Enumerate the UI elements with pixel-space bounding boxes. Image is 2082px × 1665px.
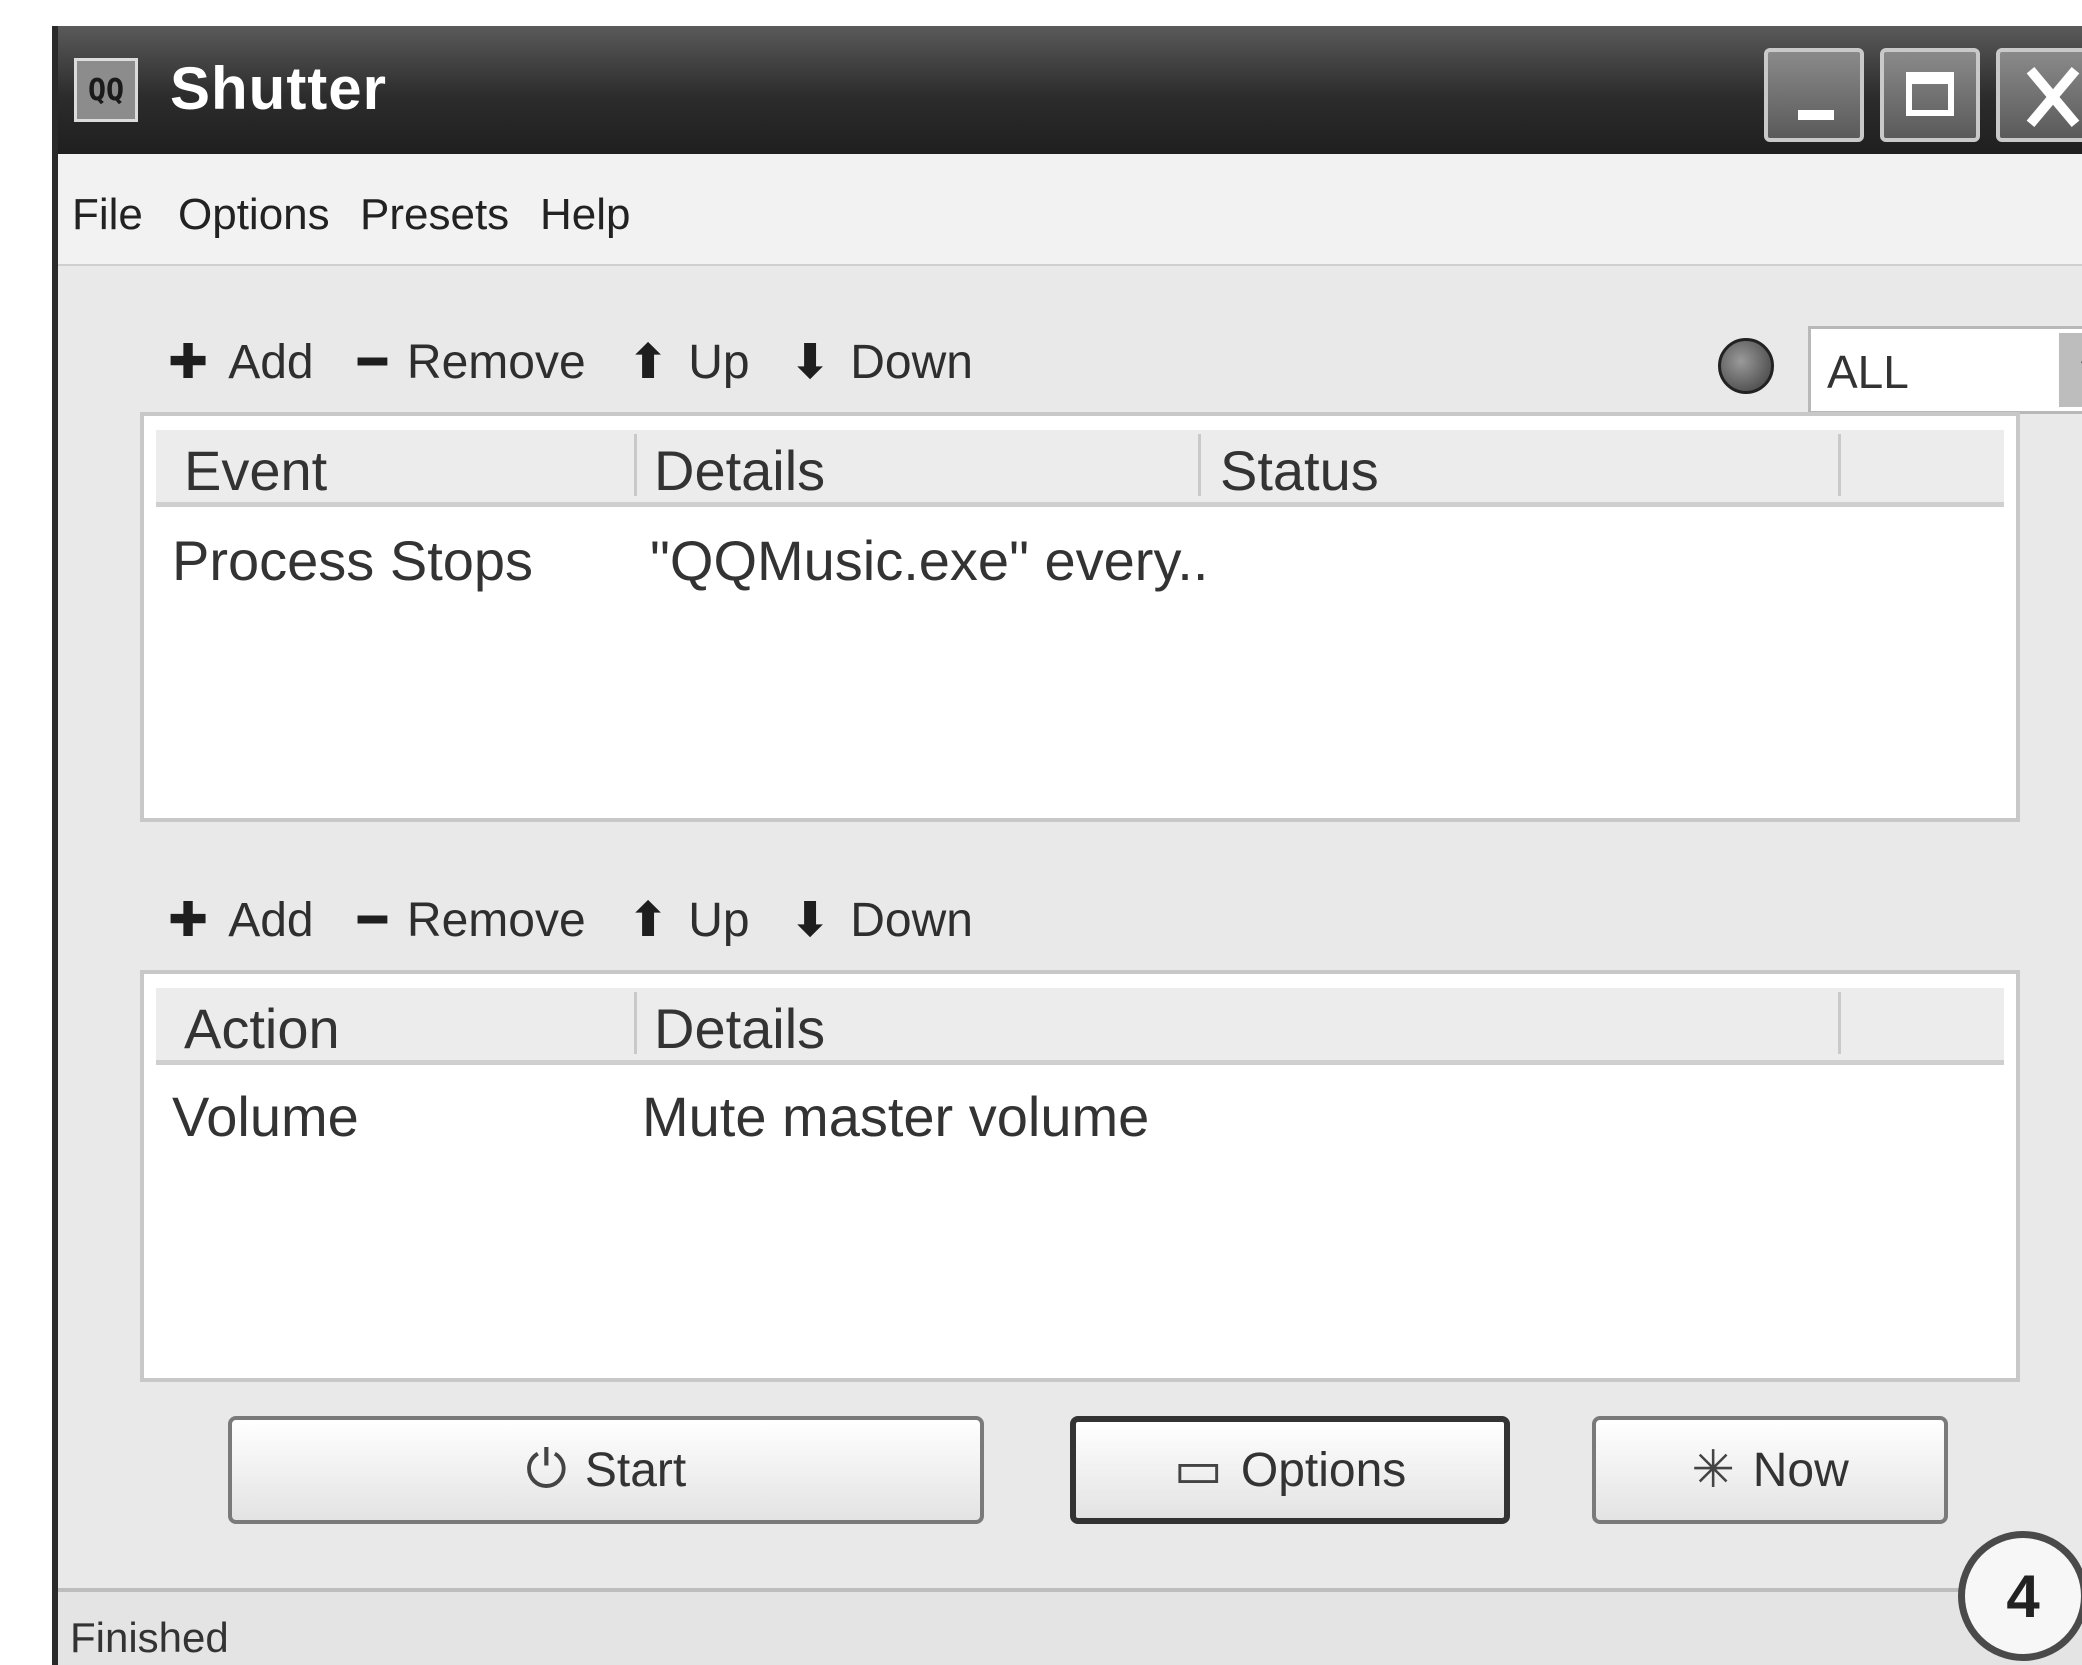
- actions-remove-button[interactable]: ━ Remove: [358, 892, 586, 948]
- events-up-label: Up: [688, 335, 750, 389]
- status-text: Finished: [70, 1614, 229, 1661]
- event-row[interactable]: Process Stops "QQMusic.exe" every..: [156, 528, 2004, 608]
- arrow-down-icon: ⬇: [790, 894, 831, 947]
- actions-remove-label: Remove: [406, 893, 586, 947]
- minus-icon: ━: [358, 336, 387, 389]
- events-down-label: Down: [850, 335, 973, 389]
- events-down-button[interactable]: ⬇ Down: [790, 334, 973, 390]
- actions-list[interactable]: Action Details Volume Mute master volume: [140, 970, 2020, 1382]
- event-name-cell: Process Stops: [172, 529, 534, 592]
- arrow-up-icon: ⬆: [628, 894, 669, 947]
- column-divider[interactable]: [634, 434, 637, 496]
- action-details-cell: Mute master volume: [642, 1085, 1150, 1148]
- minimize-button[interactable]: [1764, 48, 1864, 142]
- events-add-label: Add: [228, 335, 314, 389]
- actions-add-label: Add: [228, 893, 314, 947]
- events-remove-label: Remove: [406, 335, 586, 389]
- options-button[interactable]: ▭ Options: [1070, 1416, 1510, 1524]
- menu-bar: File Options Presets Help: [58, 154, 2082, 266]
- menu-help[interactable]: Help: [540, 190, 631, 240]
- start-label: Start: [584, 1443, 687, 1497]
- status-bar: Finished: [58, 1588, 2082, 1665]
- events-toolbar: ✚ Add ━ Remove ⬆ Up ⬇ Down ALL ▼: [168, 326, 2082, 414]
- filter-dropdown[interactable]: ALL ▼: [1808, 326, 2082, 414]
- column-header-status[interactable]: Status: [1220, 438, 1379, 503]
- globe-icon: [1718, 338, 1774, 394]
- sparkle-icon: ✳: [1691, 1441, 1735, 1499]
- column-divider[interactable]: [1838, 992, 1841, 1054]
- now-label: Now: [1752, 1443, 1849, 1497]
- actions-toolbar: ✚ Add ━ Remove ⬆ Up ⬇ Down: [168, 884, 1368, 964]
- arrow-up-icon: ⬆: [628, 336, 669, 389]
- events-up-button[interactable]: ⬆ Up: [628, 334, 750, 390]
- column-divider[interactable]: [634, 992, 637, 1054]
- app-icon: QQ: [74, 58, 138, 122]
- menu-presets[interactable]: Presets: [360, 190, 509, 240]
- events-remove-button[interactable]: ━ Remove: [358, 334, 586, 390]
- options-icon: ▭: [1173, 1441, 1223, 1499]
- menu-file[interactable]: File: [72, 190, 143, 240]
- column-header-details[interactable]: Details: [654, 438, 825, 503]
- options-label: Options: [1240, 1443, 1407, 1497]
- maximize-button[interactable]: [1880, 48, 1980, 142]
- events-list[interactable]: Event Details Status Process Stops "QQMu…: [140, 412, 2020, 822]
- chevron-down-icon[interactable]: ▼: [2059, 333, 2082, 407]
- minus-icon: ━: [358, 894, 387, 947]
- window-title: Shutter: [170, 55, 387, 122]
- actions-down-label: Down: [850, 893, 973, 947]
- column-header-details[interactable]: Details: [654, 996, 825, 1061]
- actions-down-button[interactable]: ⬇ Down: [790, 892, 973, 948]
- actions-up-button[interactable]: ⬆ Up: [628, 892, 750, 948]
- column-divider[interactable]: [1838, 434, 1841, 496]
- actions-list-header: Action Details: [156, 988, 2004, 1065]
- shutter-window: QQ Shutter File Options Presets Help ✚ A…: [52, 26, 2082, 1665]
- menu-options[interactable]: Options: [178, 190, 330, 240]
- start-button[interactable]: ⏻ Start: [228, 1416, 984, 1524]
- action-row[interactable]: Volume Mute master volume: [156, 1084, 2004, 1164]
- plus-icon: ✚: [168, 336, 209, 389]
- column-header-action[interactable]: Action: [184, 996, 340, 1061]
- events-list-header: Event Details Status: [156, 430, 2004, 507]
- title-bar[interactable]: QQ Shutter: [58, 26, 2082, 154]
- event-details-cell: "QQMusic.exe" every..: [650, 529, 1209, 592]
- now-button[interactable]: ✳ Now: [1592, 1416, 1948, 1524]
- actions-add-button[interactable]: ✚ Add: [168, 892, 314, 948]
- step-number-badge: 4: [1958, 1531, 2082, 1661]
- plus-icon: ✚: [168, 894, 209, 947]
- action-name-cell: Volume: [172, 1085, 359, 1148]
- filter-selected-value: ALL: [1827, 346, 1909, 398]
- arrow-down-icon: ⬇: [790, 336, 831, 389]
- column-header-event[interactable]: Event: [184, 438, 327, 503]
- column-divider[interactable]: [1198, 434, 1201, 496]
- events-add-button[interactable]: ✚ Add: [168, 334, 314, 390]
- close-button[interactable]: [1996, 48, 2082, 142]
- start-icon: ⏻: [525, 1440, 567, 1499]
- actions-up-label: Up: [688, 893, 750, 947]
